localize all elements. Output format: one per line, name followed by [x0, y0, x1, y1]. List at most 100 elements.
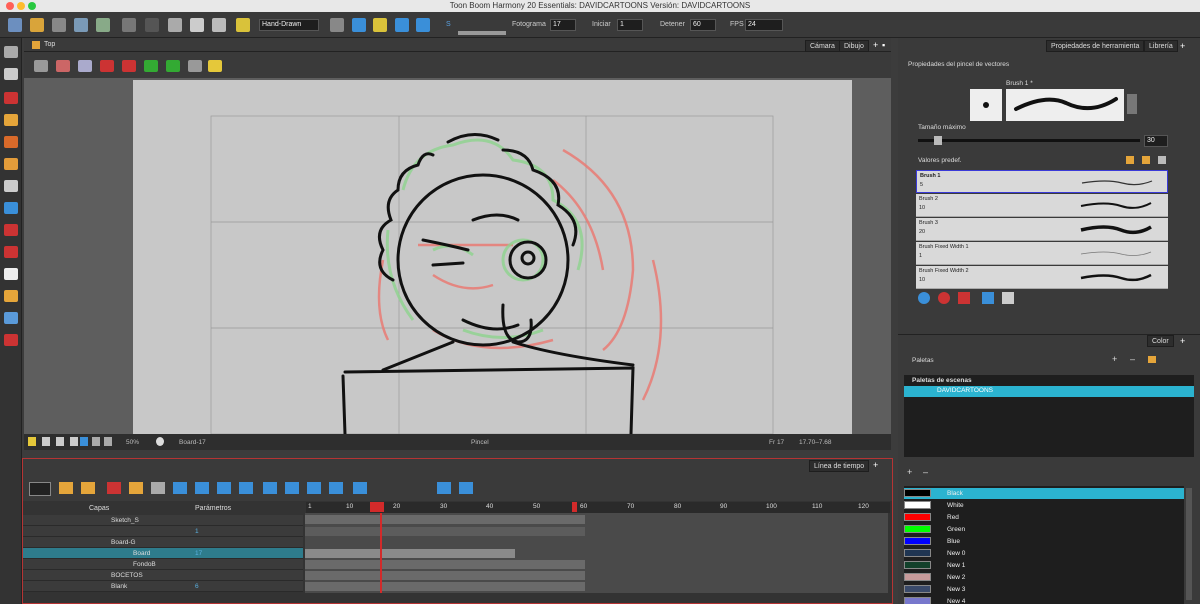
playback-speed-slider[interactable]	[458, 31, 506, 35]
drawing-frame[interactable]	[133, 80, 852, 434]
show-outline-icon[interactable]	[144, 60, 158, 72]
copy-icon[interactable]	[190, 18, 204, 32]
folder-icon[interactable]	[1148, 356, 1156, 363]
hand-tool-icon[interactable]	[4, 268, 18, 280]
layer-row[interactable]: BOCETOS	[23, 570, 303, 581]
remove-palette-icon[interactable]: –	[1130, 354, 1135, 364]
add-peg-icon[interactable]	[81, 482, 95, 494]
color-swatch-row[interactable]: New 0	[904, 548, 1184, 559]
new-preset-icon[interactable]	[1126, 156, 1134, 164]
auto-flatten-icon[interactable]	[958, 292, 970, 304]
palette-item[interactable]: DAVIDCARTOONS	[904, 386, 1194, 397]
preset-menu-icon[interactable]	[1158, 156, 1166, 164]
timeline-cells[interactable]	[305, 513, 888, 593]
add-tab-icon[interactable]: +	[873, 460, 878, 470]
chevron-right-icon[interactable]	[1127, 94, 1137, 114]
panel-menu-icon[interactable]: ▪	[882, 40, 885, 50]
brush-stroke-icon[interactable]	[918, 292, 930, 304]
layer-type-icon[interactable]	[29, 482, 51, 496]
layer-row[interactable]: Board-G	[23, 537, 303, 548]
reset-view-icon[interactable]	[42, 437, 50, 446]
flip-icon[interactable]	[459, 482, 473, 494]
mirror-icon[interactable]	[208, 60, 222, 72]
lock-icon[interactable]	[92, 437, 100, 446]
layer-row[interactable]: Blank 6	[23, 581, 303, 592]
color-swatch-row[interactable]: New 2	[904, 572, 1184, 583]
fps-field[interactable]: 24	[745, 19, 783, 31]
auto-light-table-icon[interactable]	[122, 60, 136, 72]
insert-keyframe-icon[interactable]	[307, 482, 321, 494]
color-swatch-row[interactable]: Red	[904, 512, 1184, 523]
timeline-ruler[interactable]: 1 10 20 30 40 50 60 70 80 90 100 110 120	[306, 502, 890, 513]
color-list-scrollbar[interactable]	[1186, 488, 1192, 600]
layer-row[interactable]: 1	[23, 526, 303, 537]
safe-area-icon[interactable]	[56, 437, 64, 446]
create-drawing-icon[interactable]	[173, 482, 187, 494]
preset-row[interactable]: Brush Fixed Width 11	[916, 242, 1168, 265]
edit-icon[interactable]	[236, 18, 250, 32]
new-scene-icon[interactable]	[8, 18, 22, 32]
rectangle-tool-icon[interactable]	[4, 202, 18, 214]
workspace-select[interactable]: Hand-Drawn	[259, 19, 319, 31]
text-tool-icon[interactable]	[4, 180, 18, 192]
color-swatch-row[interactable]: New 4	[904, 596, 1184, 604]
preset-row[interactable]: Brush 2 10	[916, 194, 1168, 217]
add-palette-icon[interactable]: +	[1112, 354, 1117, 364]
add-drawing-layer-icon[interactable]	[59, 482, 73, 494]
increase-exposure-icon[interactable]	[263, 482, 277, 494]
decrease-exposure-icon[interactable]	[285, 482, 299, 494]
onion-previous-icon[interactable]	[56, 60, 70, 72]
dropper-tool-icon[interactable]	[4, 246, 18, 258]
duplicate-drawing-icon[interactable]	[195, 482, 209, 494]
loop-icon[interactable]	[395, 18, 409, 32]
rename-drawing-icon[interactable]	[239, 482, 253, 494]
stop-frame-marker[interactable]	[572, 502, 577, 512]
rotate-view-icon[interactable]	[104, 437, 112, 446]
cut-icon[interactable]	[168, 18, 182, 32]
stop-field[interactable]: 60	[690, 19, 716, 31]
preset-row[interactable]: Brush 15	[916, 170, 1168, 193]
start-field[interactable]: 1	[617, 19, 643, 31]
layer-row[interactable]: Sketch_S	[23, 515, 303, 526]
tab-color[interactable]: Color	[1147, 335, 1174, 347]
layer-row[interactable]: Board 17	[23, 548, 303, 559]
color-swatch-row[interactable]: New 3	[904, 584, 1184, 595]
sound-icon[interactable]	[416, 18, 430, 32]
undo-icon[interactable]	[122, 18, 136, 32]
tab-tool-properties[interactable]: Propiedades de herramienta	[1046, 40, 1145, 52]
zoom-window-button[interactable]	[28, 2, 36, 10]
playhead-marker[interactable]	[370, 502, 384, 512]
frame-field[interactable]: 17	[550, 19, 576, 31]
import-icon[interactable]	[96, 18, 110, 32]
redo-icon[interactable]	[145, 18, 159, 32]
preferences-icon[interactable]	[330, 18, 344, 32]
show-strokes-icon[interactable]	[166, 60, 180, 72]
onion-skin-icon[interactable]	[437, 482, 451, 494]
add-keyframe-icon[interactable]	[107, 482, 121, 494]
contour-editor-icon[interactable]	[4, 68, 18, 80]
tab-camera[interactable]: Cámara	[805, 40, 840, 52]
shape-icon[interactable]	[938, 292, 950, 304]
tab-drawing[interactable]: Dibujo	[839, 40, 869, 52]
onion-skin-icon[interactable]	[4, 334, 18, 346]
color-swatch-row[interactable]: Green	[904, 524, 1184, 535]
preset-row[interactable]: Brush 3 20	[916, 218, 1168, 241]
ease-icon[interactable]	[151, 482, 165, 494]
balance-icon[interactable]	[188, 60, 202, 72]
layer-row[interactable]: FondoB	[23, 559, 303, 570]
color-swatch-row[interactable]: New 1	[904, 560, 1184, 571]
mask-icon[interactable]	[70, 437, 78, 446]
tab-library[interactable]: Librería	[1144, 40, 1178, 52]
color-swatch-row[interactable]: White	[904, 500, 1184, 511]
minimize-window-button[interactable]	[17, 2, 25, 10]
add-tab-icon[interactable]: +	[1180, 336, 1185, 346]
zoom-level[interactable]: 50%	[126, 439, 139, 446]
cutter-tool-icon[interactable]	[4, 312, 18, 324]
light-bulb-icon[interactable]	[28, 437, 36, 446]
pencil-tool-icon[interactable]	[4, 114, 18, 126]
color-swatch-row[interactable]: Blue	[904, 536, 1184, 547]
delete-preset-icon[interactable]	[1142, 156, 1150, 164]
play-icon[interactable]	[352, 18, 366, 32]
motion-icon[interactable]	[129, 482, 143, 494]
onion-next-icon[interactable]	[78, 60, 92, 72]
